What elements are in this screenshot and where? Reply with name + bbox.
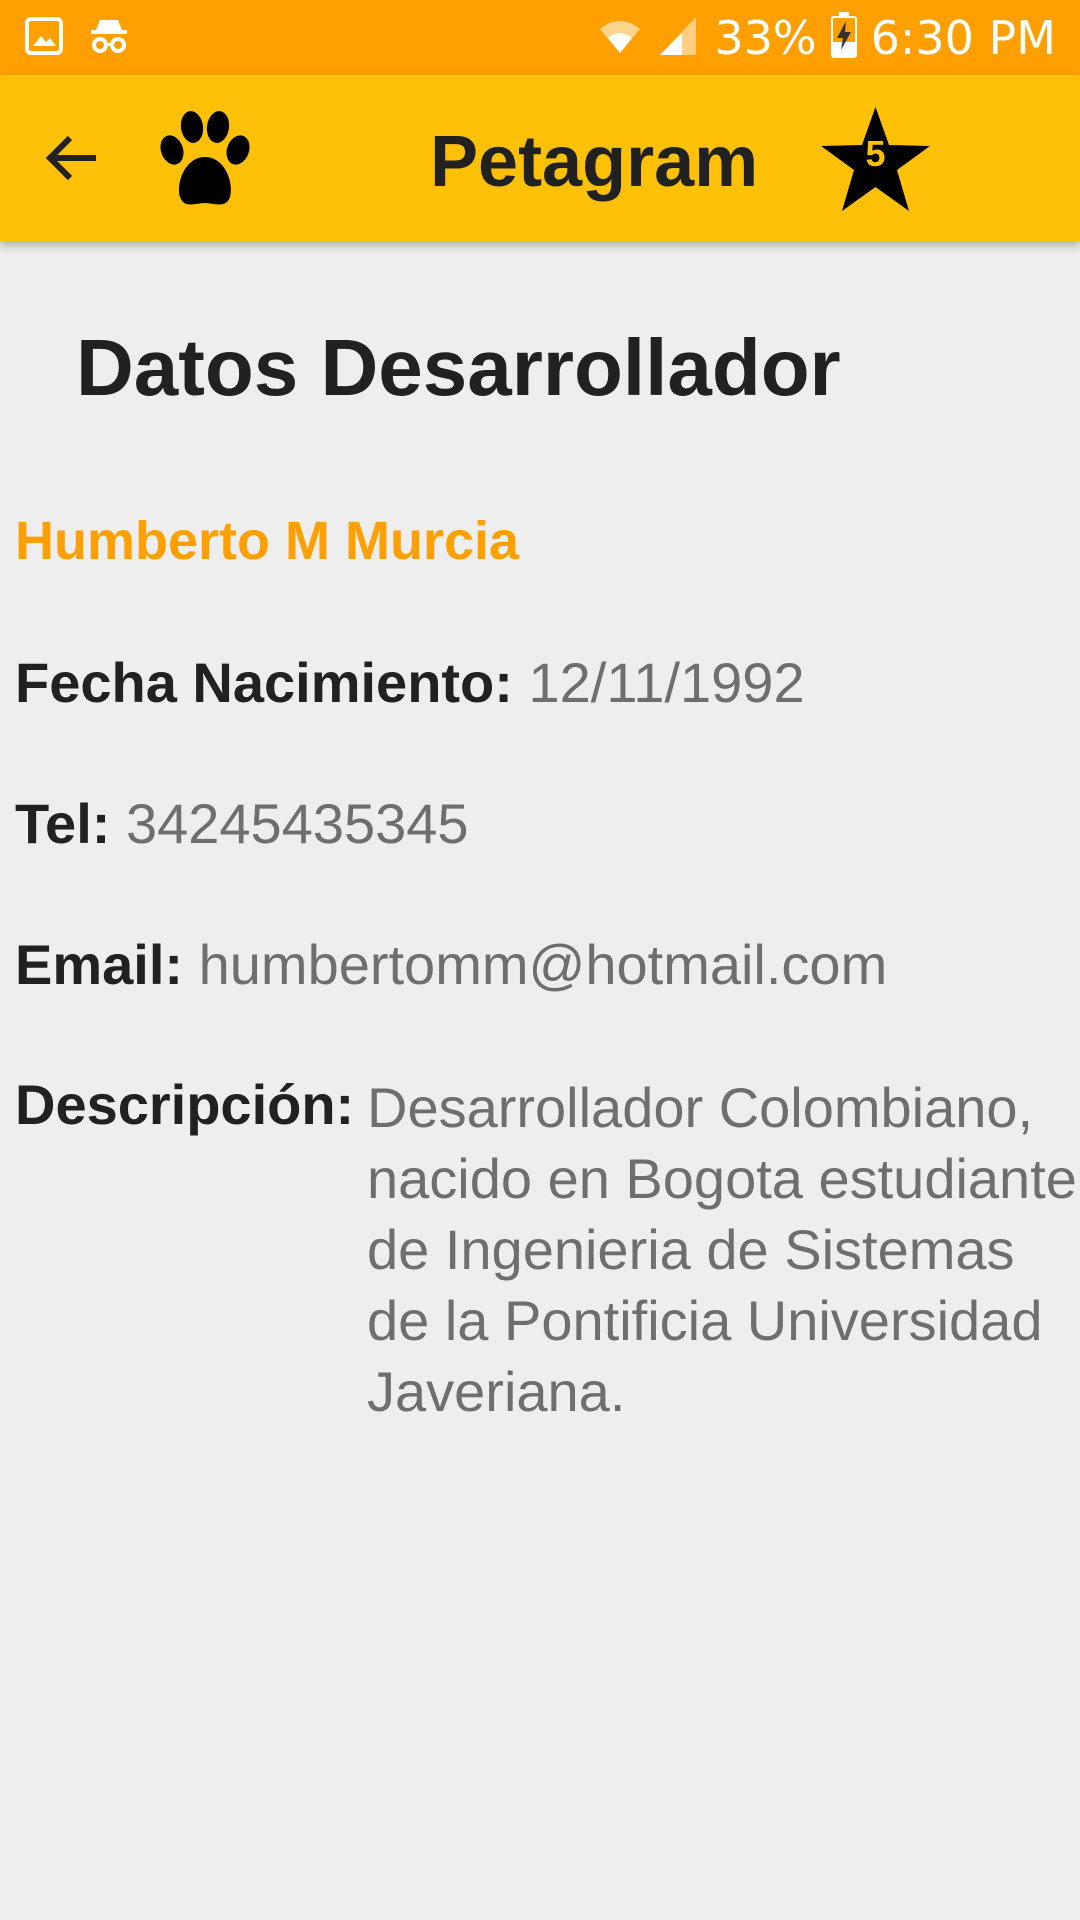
gallery-icon <box>24 16 64 61</box>
status-left-icons <box>24 16 130 61</box>
clock: 6:30 PM <box>870 10 1056 65</box>
description-label: Descripción: <box>15 1073 355 1136</box>
paw-icon <box>150 105 260 215</box>
signal-icon <box>656 13 700 62</box>
page-title: Datos Desarrollador <box>76 323 841 412</box>
developer-name: Humberto M Murcia <box>15 511 520 571</box>
battery-charging-icon <box>830 12 857 63</box>
battery-percent: 33% <box>714 10 817 65</box>
status-right: 33% 6:30 PM <box>598 0 1056 75</box>
favorites-button[interactable]: 5 <box>818 105 933 215</box>
arrow-back-icon <box>45 135 96 181</box>
app-title: Petagram <box>430 122 759 202</box>
birth-row: Fecha Nacimiento: 12/11/1992 <box>15 650 805 715</box>
status-bar: 33% 6:30 PM <box>0 0 1080 75</box>
description-value: Desarrollador Colombiano, nacido en Bogo… <box>367 1076 1077 1423</box>
app-bar: Petagram 5 <box>0 75 1080 242</box>
birth-label: Fecha Nacimiento: <box>15 651 513 714</box>
tel-row: Tel: 34245435345 <box>15 791 469 856</box>
favorites-count: 5 <box>865 133 886 174</box>
email-row: Email: humbertomm@hotmail.com <box>15 932 887 997</box>
email-label: Email: <box>15 933 184 996</box>
birth-value: 12/11/1992 <box>528 651 805 714</box>
back-button[interactable] <box>36 125 108 191</box>
incognito-icon <box>88 16 130 61</box>
tel-value: 34245435345 <box>125 792 469 855</box>
tel-label: Tel: <box>15 792 111 855</box>
email-value: humbertomm@hotmail.com <box>198 933 888 996</box>
wifi-icon <box>598 13 642 62</box>
